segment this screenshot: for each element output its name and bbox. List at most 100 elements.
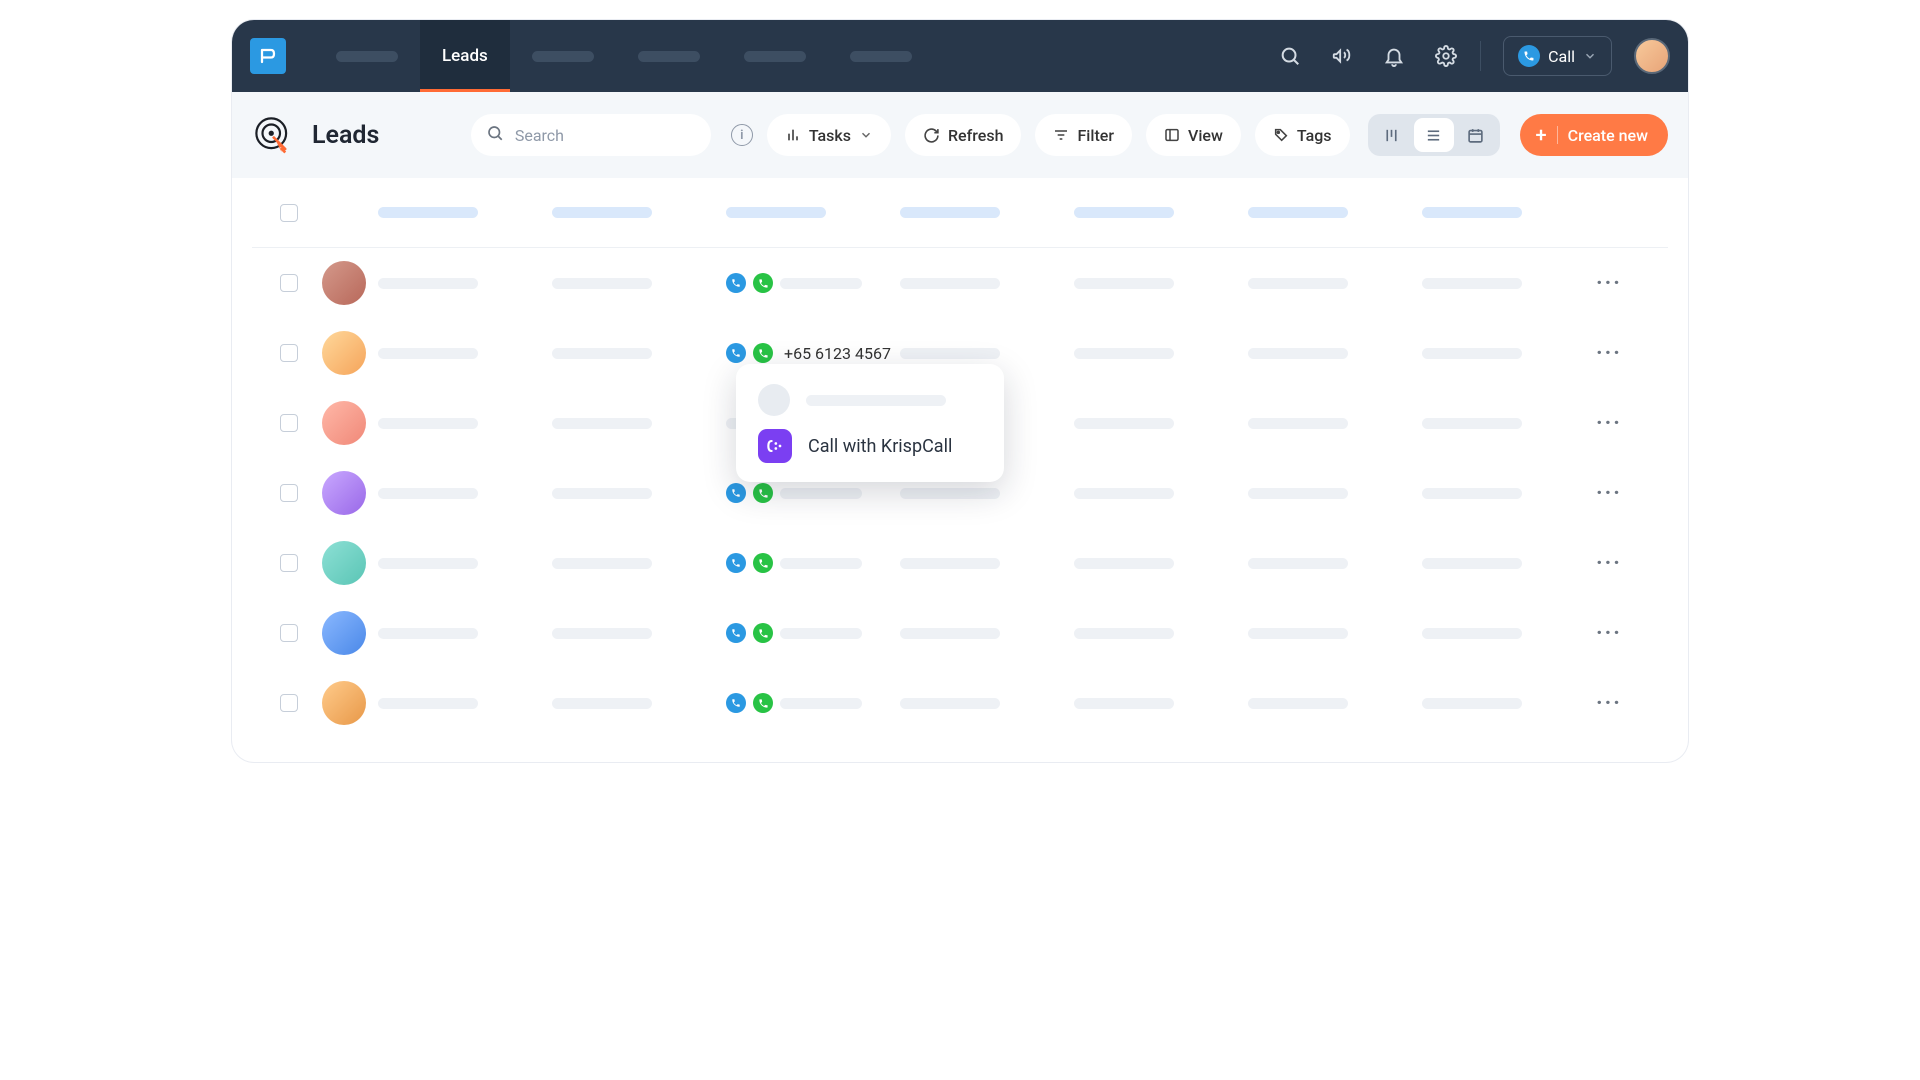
tags-label: Tags [1297,126,1332,145]
view-toggle [1368,114,1500,156]
row-checkbox[interactable] [280,414,298,432]
gear-icon[interactable] [1434,44,1458,68]
skeleton [378,628,478,639]
row-actions-button[interactable]: ··· [1596,271,1622,296]
column-header-skeleton [1074,207,1174,218]
lead-avatar[interactable] [322,261,366,305]
skeleton [552,628,652,639]
skeleton [1422,418,1522,429]
lead-avatar[interactable] [322,681,366,725]
row-actions-button[interactable]: ··· [1596,411,1622,436]
filter-button[interactable]: Filter [1035,114,1132,156]
call-button[interactable]: Call [1503,36,1612,76]
lead-avatar[interactable] [322,401,366,445]
view-toggle-kanban[interactable] [1372,118,1412,152]
info-icon[interactable]: i [731,124,753,146]
table-row[interactable]: +65 6123 4567 ··· Call with KrispCall [252,318,1668,388]
nav-tab-placeholder[interactable] [314,20,420,92]
column-header-skeleton [1248,207,1348,218]
search-icon[interactable] [1278,44,1302,68]
divider [1480,41,1481,71]
skeleton [1248,278,1348,289]
row-actions-button[interactable]: ··· [1596,341,1622,366]
table-header [252,178,1668,248]
column-header-skeleton [378,207,478,218]
skeleton [552,488,652,499]
row-checkbox[interactable] [280,694,298,712]
refresh-button[interactable]: Refresh [905,114,1022,156]
skeleton [336,51,398,62]
column-header-skeleton [1422,207,1522,218]
phone-icon[interactable] [726,623,746,643]
app-logo[interactable] [250,38,286,74]
user-avatar[interactable] [1634,38,1670,74]
row-actions-button[interactable]: ··· [1596,551,1622,576]
row-actions-button[interactable]: ··· [1596,481,1622,506]
phone-icon[interactable] [726,483,746,503]
nav-tab-placeholder[interactable] [510,20,616,92]
search-input[interactable] [471,114,711,156]
whatsapp-icon[interactable] [753,343,773,363]
skeleton [1422,698,1522,709]
topbar: Leads Call [232,20,1688,92]
skeleton [1422,348,1522,359]
layout-icon [1164,127,1180,143]
page-title: Leads [312,121,379,150]
skeleton [378,698,478,709]
view-toggle-list[interactable] [1414,118,1454,152]
nav-tabs: Leads [314,20,934,92]
skeleton [638,51,700,62]
row-checkbox[interactable] [280,274,298,292]
megaphone-icon[interactable] [1330,44,1354,68]
phone-number[interactable]: +65 6123 4567 [784,344,891,363]
whatsapp-icon[interactable] [753,483,773,503]
lead-avatar[interactable] [322,331,366,375]
row-checkbox[interactable] [280,344,298,362]
phone-icon[interactable] [726,693,746,713]
skeleton [900,628,1000,639]
view-toggle-calendar[interactable] [1456,118,1496,152]
select-all-checkbox[interactable] [280,204,298,222]
contact-cell [726,553,900,573]
phone-icon [1518,45,1540,67]
table-row[interactable]: ··· [252,528,1668,598]
tasks-button[interactable]: Tasks [767,114,891,156]
bell-icon[interactable] [1382,44,1406,68]
phone-icon[interactable] [726,553,746,573]
whatsapp-icon[interactable] [753,623,773,643]
whatsapp-icon[interactable] [753,693,773,713]
whatsapp-icon[interactable] [753,273,773,293]
nav-tab-placeholder[interactable] [828,20,934,92]
nav-tab-label: Leads [442,46,488,66]
create-new-button[interactable]: + Create new [1520,114,1668,156]
row-checkbox[interactable] [280,484,298,502]
phone-icon[interactable] [726,273,746,293]
lead-avatar[interactable] [322,471,366,515]
row-actions-button[interactable]: ··· [1596,691,1622,716]
row-checkbox[interactable] [280,554,298,572]
nav-tab-placeholder[interactable] [722,20,828,92]
plus-icon: + [1536,125,1547,145]
table-row[interactable]: ··· [252,598,1668,668]
skeleton [1248,488,1348,499]
lead-avatar[interactable] [322,611,366,655]
skeleton [780,558,862,569]
skeleton [1074,488,1174,499]
table-row[interactable]: ··· [252,248,1668,318]
popover-option-krispcall[interactable]: Call with KrispCall [758,426,982,466]
popover-option-placeholder[interactable] [758,380,982,420]
table-row[interactable]: ··· [252,668,1668,738]
row-actions-button[interactable]: ··· [1596,621,1622,646]
lead-avatar[interactable] [322,541,366,585]
whatsapp-icon[interactable] [753,553,773,573]
nav-tab-placeholder[interactable] [616,20,722,92]
subheader: Leads i Tasks Refresh Filter View Tags [232,92,1688,178]
contact-cell [726,623,900,643]
phone-icon[interactable] [726,343,746,363]
view-button[interactable]: View [1146,114,1241,156]
row-checkbox[interactable] [280,624,298,642]
nav-tab-leads[interactable]: Leads [420,20,510,92]
tags-button[interactable]: Tags [1255,114,1350,156]
skeleton [1248,698,1348,709]
skeleton [1074,558,1174,569]
